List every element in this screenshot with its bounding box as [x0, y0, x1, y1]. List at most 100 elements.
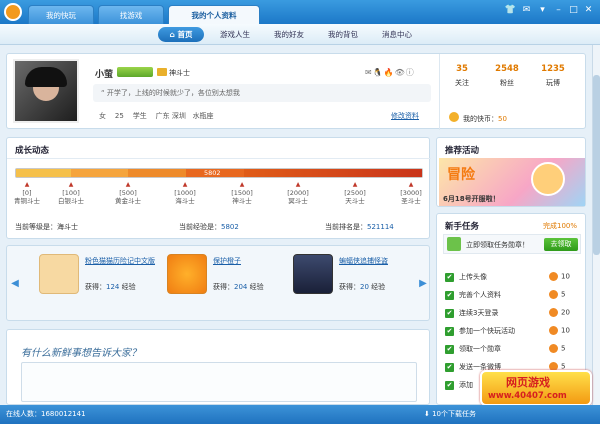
- profile-details: 女 25 学生 广东 深圳 水瓶座 修改资料: [99, 111, 435, 121]
- nav-game-life[interactable]: 游戏人生: [212, 27, 258, 42]
- promo-date: 6月18号开服啦！: [443, 195, 500, 203]
- level-marker: ▲ [1500] 神斗士: [231, 181, 253, 205]
- avatar[interactable]: [13, 59, 79, 123]
- scrollbar[interactable]: [592, 45, 600, 405]
- profile-name: 小萤: [95, 70, 114, 80]
- stat-posts[interactable]: 1235 玩博: [533, 64, 573, 88]
- game-exp: 获得：124 经验: [85, 283, 136, 291]
- achievement-item[interactable]: 蝙蝠侠追捕怪盗 获得：20 经验: [289, 252, 417, 308]
- task-reward: 10: [549, 272, 570, 281]
- tasks-title: 新手任务: [445, 222, 480, 232]
- task-reward: 10: [549, 326, 570, 335]
- task-reward: 20: [549, 308, 570, 317]
- tab-my-games[interactable]: 我的快玩: [28, 5, 94, 24]
- game-thumbnail: [167, 254, 207, 294]
- achievement-item[interactable]: 粉色猫猫历险记中文版 获得：124 经验: [35, 252, 163, 308]
- age: 25: [114, 112, 124, 120]
- nav-home[interactable]: ⌂ 首页: [158, 27, 204, 42]
- menu-icon[interactable]: ▾: [536, 4, 549, 17]
- bio: “ 开学了，上线的时候就少了，各位别太想我: [93, 84, 431, 102]
- level-badge: 神斗士: [169, 69, 190, 77]
- profile-card: 小萤 神斗士 ✉🐧🔥👁ⓘ “ 开学了，上线的时候就少了，各位别太想我 女 25 …: [6, 53, 586, 130]
- location: 广东 深圳: [155, 112, 186, 120]
- level-marker: ▲ [2500] 天斗士: [344, 181, 366, 205]
- online-count: 在线人数：1680012141: [6, 410, 86, 418]
- tab-profile[interactable]: 我的个人资料: [168, 5, 260, 24]
- tasks-complete: 完成100%: [543, 222, 578, 230]
- coin-icon: [549, 344, 558, 353]
- title-bar: 我的快玩 找游戏 我的个人资料 👕 ✉ ▾ – □ ✕: [0, 0, 600, 24]
- game-carousel: ◀ ▶ 粉色猫猫历险记中文版 获得：124 经验 保护橙子 获得：204 经验 …: [6, 245, 430, 321]
- status-bar: 在线人数：1680012141 ⬇ 10个下载任务: [0, 405, 600, 424]
- check-icon: ✔: [445, 344, 454, 354]
- edit-profile-link[interactable]: 修改资料: [391, 111, 419, 121]
- nav-friends[interactable]: 我的好友: [266, 27, 312, 42]
- growth-panel: 成长动态 5802 ▲ [0] 青铜斗士 ▲ [100] 白银斗士 ▲ [500] 黄金斗士…: [6, 137, 431, 239]
- game-title[interactable]: 蝙蝠侠追捕怪盗: [339, 256, 415, 266]
- check-icon: ✔: [445, 380, 454, 390]
- check-icon: ✔: [445, 272, 454, 282]
- medal-row: 立即领取任务勋章！ 去领取: [443, 234, 581, 254]
- current-rank: 当前排名是：521114: [325, 223, 394, 231]
- exp-bar: 5802: [15, 168, 423, 178]
- promo-title: 推荐活动: [445, 146, 480, 156]
- stat-fans[interactable]: 2548 粉丝: [487, 64, 527, 88]
- post-input[interactable]: [21, 362, 417, 402]
- close-icon[interactable]: ✕: [582, 4, 595, 17]
- promo-character: [531, 162, 565, 196]
- divider: [439, 54, 440, 130]
- check-icon: ✔: [445, 290, 454, 300]
- maximize-icon[interactable]: □: [567, 4, 580, 17]
- bio-text: 开学了，上线的时候就少了，各位别太想我: [106, 89, 240, 97]
- vip-badge: [117, 67, 153, 77]
- coin-icon: [549, 326, 558, 335]
- level-marker: ▲ [1000] 海斗士: [174, 181, 196, 205]
- download-tasks[interactable]: ⬇ 10个下载任务: [424, 405, 476, 424]
- achievement-item[interactable]: 保护橙子 获得：204 经验: [163, 252, 291, 308]
- check-icon: ✔: [445, 362, 454, 372]
- medal-icon: [447, 237, 461, 251]
- carousel-prev-icon[interactable]: ◀: [9, 264, 21, 304]
- stat-follow[interactable]: 35 关注: [447, 64, 477, 88]
- level-marker: ▲ [0] 青铜斗士: [14, 181, 40, 205]
- post-panel: 有什么新鲜事想告诉大家？: [6, 329, 430, 405]
- shirt-icon[interactable]: 👕: [504, 4, 517, 17]
- game-exp: 获得：204 经验: [213, 283, 264, 291]
- coins: 我的快币：50: [463, 115, 507, 123]
- level-icon: [157, 68, 167, 76]
- medal-text: 立即领取任务勋章！: [466, 241, 529, 249]
- coin-icon: [549, 272, 558, 281]
- level-marker: ▲ [3000] 圣斗士: [400, 181, 422, 205]
- level-marker: ▲ [500] 黄金斗士: [115, 181, 141, 205]
- mail-icon[interactable]: ✉: [520, 4, 533, 17]
- current-exp: 当前经验是：5802: [179, 223, 239, 231]
- task-reward: 5: [549, 290, 565, 299]
- gender: 女: [99, 112, 106, 120]
- zodiac: 水瓶座: [192, 112, 214, 120]
- game-title[interactable]: 粉色猫猫历险记中文版: [85, 256, 161, 266]
- scrollbar-thumb[interactable]: [593, 75, 600, 255]
- check-icon: ✔: [445, 308, 454, 318]
- coin-icon: [549, 308, 558, 317]
- carousel-next-icon[interactable]: ▶: [417, 264, 429, 304]
- minimize-icon[interactable]: –: [552, 4, 565, 17]
- game-exp: 获得：20 经验: [339, 283, 386, 291]
- level-marker: ▲ [2000] 冥斗士: [287, 181, 309, 205]
- occupation: 学生: [132, 112, 147, 120]
- main-area: 小萤 神斗士 ✉🐧🔥👁ⓘ “ 开学了，上线的时候就少了，各位别太想我 女 25 …: [0, 45, 592, 405]
- promo-banner[interactable]: 冒险 6月18号开服啦！: [439, 158, 585, 206]
- growth-title: 成长动态: [15, 146, 50, 156]
- check-icon: ✔: [445, 326, 454, 336]
- nav-backpack[interactable]: 我的背包: [320, 27, 366, 42]
- tab-find-games[interactable]: 找游戏: [98, 5, 164, 24]
- contact-icons[interactable]: ✉🐧🔥👁ⓘ: [365, 67, 415, 78]
- nav-home-label: 首页: [177, 30, 193, 39]
- claim-button[interactable]: 去领取: [544, 238, 578, 251]
- coin-icon: [449, 112, 459, 122]
- game-thumbnail: [39, 254, 79, 294]
- watermark-line1: 网页游戏: [506, 376, 550, 389]
- promo-panel: 推荐活动 冒险 6月18号开服啦！: [436, 137, 586, 207]
- nav-messages[interactable]: 消息中心: [374, 27, 420, 42]
- game-title[interactable]: 保护橙子: [213, 256, 289, 266]
- exp-bar-value: 5802: [204, 169, 221, 177]
